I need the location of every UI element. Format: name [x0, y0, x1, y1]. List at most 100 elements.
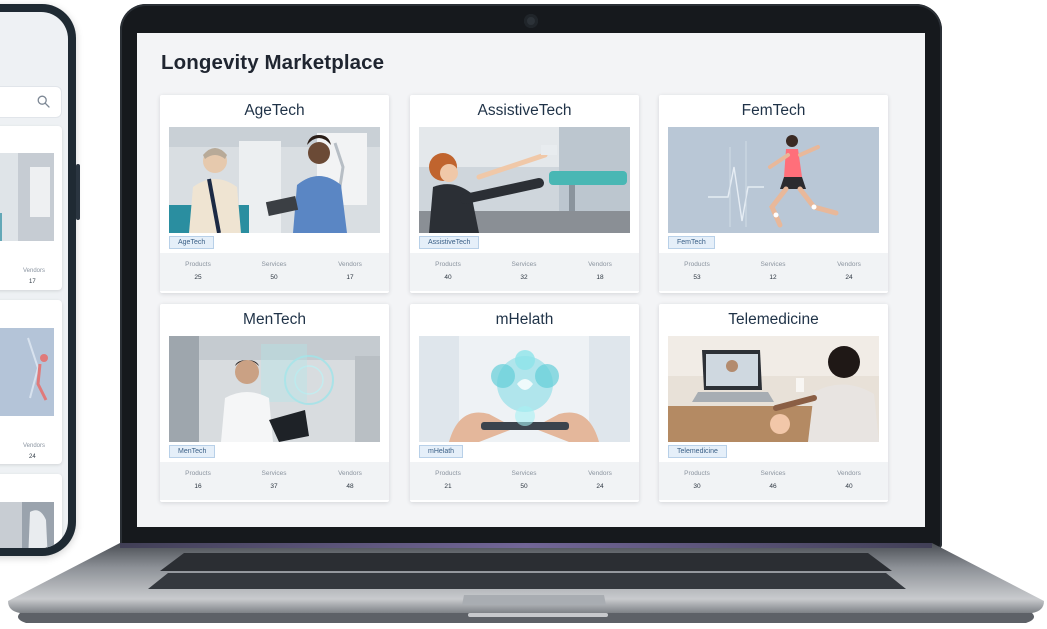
stat-vendors: Vendors 48: [312, 462, 388, 500]
stat-value: 25: [194, 274, 202, 281]
stat-value: 40: [845, 483, 853, 490]
phone-card[interactable]: [0, 474, 62, 548]
mentech-photo: [169, 336, 380, 442]
category-card-femtech[interactable]: FemTech FemTech Products 53 Services 12 …: [659, 95, 888, 293]
stat-value: 30: [693, 483, 701, 490]
phone-side-button: [76, 164, 80, 220]
agetech-photo: [169, 127, 380, 233]
card-stats: Products 16 Services 37 Vendors 48: [160, 462, 389, 500]
card-stats: Products 53 Services 12 Vendors 24: [659, 253, 888, 291]
card-stats: Products 21 Services 50 Vendors 24: [410, 462, 639, 500]
device-mockup-stage: Vendors 17 Vendors 24 Longevity Marketpl…: [0, 0, 1047, 629]
stat-value: 21: [444, 483, 452, 490]
phone-screen: Vendors 17 Vendors 24: [0, 12, 68, 548]
stat-value: 46: [769, 483, 777, 490]
stat-vendors: Vendors 18: [562, 253, 638, 291]
laptop-base: [8, 543, 1044, 627]
mhealth-photo: [419, 336, 630, 442]
category-tag[interactable]: AssistiveTech: [419, 236, 480, 249]
stat-label: Services: [511, 470, 537, 477]
phone-device: Vendors 17 Vendors 24: [0, 4, 80, 556]
category-tag[interactable]: FemTech: [668, 236, 715, 249]
stat-services: Services 50: [236, 253, 312, 291]
stat-label: Services: [760, 261, 786, 268]
stat-label: Vendors: [338, 261, 362, 268]
stat-label: Vendors: [338, 470, 362, 477]
stat-products: Products 40: [410, 253, 486, 291]
category-tag[interactable]: MenTech: [169, 445, 216, 458]
stat-value: 16: [194, 483, 202, 490]
stat-label: Services: [261, 261, 287, 268]
assistivetech-photo: [419, 127, 630, 233]
stat-vendors: Vendors 24: [811, 253, 887, 291]
stat-value: 24: [845, 274, 853, 281]
stat-services: Services 46: [735, 462, 811, 500]
stat-products: Products 16: [160, 462, 236, 500]
stat-value: 18: [596, 274, 604, 281]
femtech-photo: [668, 127, 879, 233]
telemedicine-photo: [668, 336, 879, 442]
stat-services: Services 37: [236, 462, 312, 500]
phone-search-input[interactable]: [0, 86, 62, 118]
card-title: mHelath: [495, 311, 554, 328]
phone-stat-value: 17: [29, 279, 36, 285]
card-stats: Products 40 Services 32 Vendors 18: [410, 253, 639, 291]
phone-stat-label: Vendors: [23, 268, 46, 274]
category-card-assistivetech[interactable]: AssistiveTech AssistiveTech Products 40 …: [410, 95, 639, 293]
stat-value: 40: [444, 274, 452, 281]
category-card-telemedicine[interactable]: Telemedicine Telemedicine Products 30 Se…: [659, 304, 888, 502]
card-title: Telemedicine: [728, 311, 819, 328]
phone-card[interactable]: Vendors 17: [0, 126, 62, 290]
stat-value: 48: [346, 483, 354, 490]
card-title: AgeTech: [244, 102, 305, 119]
stat-value: 53: [693, 274, 701, 281]
stat-vendors: Vendors 17: [312, 253, 388, 291]
phone-card[interactable]: Vendors 24: [0, 300, 62, 464]
category-tag[interactable]: AgeTech: [169, 236, 215, 249]
keyboard-deck: [8, 543, 1044, 623]
stat-services: Services 32: [486, 253, 562, 291]
category-tag[interactable]: mHelath: [419, 445, 464, 458]
stat-products: Products 30: [659, 462, 735, 500]
page-title: Longevity Marketplace: [161, 51, 385, 74]
laptop-lid: Longevity Marketplace AgeTech AgeTech Pr…: [120, 4, 942, 550]
stat-label: Services: [511, 261, 537, 268]
stat-value: 50: [270, 274, 278, 281]
card-stats: Products 30 Services 46 Vendors 40: [659, 462, 888, 500]
stat-products: Products 53: [659, 253, 735, 291]
phone-card-image: [0, 502, 54, 548]
phone-card-image: [0, 328, 54, 416]
stat-label: Products: [435, 261, 461, 268]
stat-services: Services 12: [735, 253, 811, 291]
stat-value: 32: [520, 274, 528, 281]
phone-stat-label: Vendors: [23, 443, 46, 449]
stat-label: Products: [185, 261, 211, 268]
stat-vendors: Vendors 40: [811, 462, 887, 500]
stat-label: Services: [760, 470, 786, 477]
camera-icon: [524, 14, 538, 28]
stat-label: Vendors: [588, 261, 612, 268]
phone-card-image: [0, 153, 54, 241]
stat-value: 24: [596, 483, 604, 490]
stat-value: 37: [270, 483, 278, 490]
search-icon[interactable]: [37, 95, 50, 108]
stat-value: 12: [769, 274, 777, 281]
card-title: MenTech: [243, 311, 306, 328]
category-card-mhealth[interactable]: mHelath mHelath Products 21 Services 50 …: [410, 304, 639, 502]
card-stats: Products 25 Services 50 Vendors 17: [160, 253, 389, 291]
category-card-agetech[interactable]: AgeTech AgeTech Products 25 Services 50 …: [160, 95, 389, 293]
stat-label: Services: [261, 470, 287, 477]
stat-services: Services 50: [486, 462, 562, 500]
stat-value: 50: [520, 483, 528, 490]
stat-vendors: Vendors 24: [562, 462, 638, 500]
stat-label: Vendors: [588, 470, 612, 477]
category-card-mentech[interactable]: MenTech MenTech Products 16 Services 37 …: [160, 304, 389, 502]
category-tag[interactable]: Telemedicine: [668, 445, 727, 458]
card-title: FemTech: [741, 102, 806, 119]
phone-stat-value: 24: [29, 454, 36, 460]
laptop-screen: Longevity Marketplace AgeTech AgeTech Pr…: [137, 33, 925, 527]
stat-label: Vendors: [837, 261, 861, 268]
stat-products: Products 21: [410, 462, 486, 500]
stat-label: Vendors: [837, 470, 861, 477]
stat-products: Products 25: [160, 253, 236, 291]
